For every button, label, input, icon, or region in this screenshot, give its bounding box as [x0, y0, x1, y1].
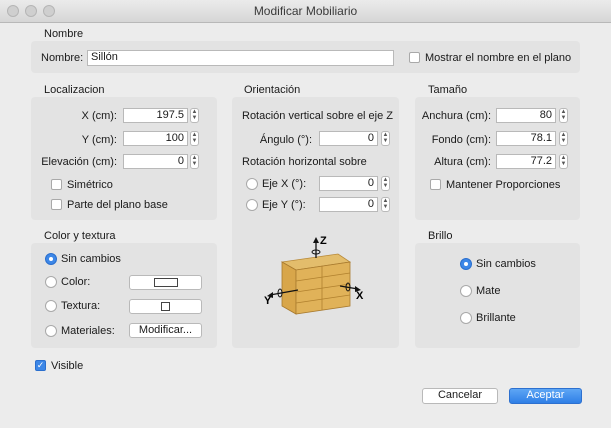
color-label: Color: — [61, 276, 91, 288]
elevation-stepper[interactable]: ▲ ▼ — [190, 154, 199, 169]
size-section-title: Tamaño — [428, 84, 468, 96]
width-input[interactable]: 80 — [496, 108, 556, 123]
furniture-rotation-preview[interactable]: Z X Y — [258, 232, 374, 328]
name-label: Nombre: — [41, 52, 84, 64]
angle-label: Ángulo (°): — [259, 134, 312, 146]
window-title: Modificar Mobiliario — [253, 4, 358, 18]
visible-label: Visible — [51, 360, 84, 372]
color-texture-section-title: Color y textura — [44, 230, 116, 242]
axis-y-label: Eje Y (°): — [262, 199, 306, 211]
height-input[interactable]: 77.2 — [496, 154, 556, 169]
materials-radio[interactable] — [45, 325, 57, 337]
axis-x-radio[interactable] — [246, 178, 258, 190]
y-stepper[interactable]: ▲ ▼ — [190, 131, 199, 146]
texture-label: Textura: — [61, 300, 101, 312]
x-label: X (cm): — [81, 110, 117, 122]
angle-input[interactable]: 0 — [319, 131, 378, 146]
orientation-section-title: Orientación — [244, 84, 301, 96]
axis-y-radio[interactable] — [246, 199, 258, 211]
brightness-section-title: Brillo — [428, 230, 453, 242]
texture-picker-button[interactable] — [129, 299, 202, 314]
modify-materials-button[interactable]: Modificar... — [129, 323, 202, 338]
location-section-title: Localizacion — [44, 84, 105, 96]
axis-y-stepper[interactable]: ▲ ▼ — [381, 197, 390, 212]
color-unchanged-label: Sin cambios — [61, 253, 121, 265]
matte-radio[interactable] — [460, 285, 472, 297]
matte-label: Mate — [476, 285, 501, 297]
horizontal-rotation-label: Rotación horizontal sobre — [242, 156, 367, 168]
depth-stepper[interactable]: ▲ ▼ — [559, 131, 568, 146]
axis-y-input[interactable]: 0 — [319, 197, 378, 212]
cancel-button[interactable]: Cancelar — [422, 388, 498, 404]
height-label: Altura (cm): — [434, 156, 491, 168]
keep-proportions-label: Mantener Proporciones — [446, 179, 561, 191]
glossy-radio[interactable] — [460, 312, 472, 324]
axis-x-label: Eje X (°): — [262, 178, 307, 190]
vertical-rotation-label: Rotación vertical sobre el eje Z — [242, 110, 394, 122]
width-stepper[interactable]: ▲ ▼ — [559, 108, 568, 123]
elevation-label: Elevación (cm): — [41, 156, 117, 168]
mirrored-label: Simétrico — [67, 179, 113, 191]
depth-input[interactable]: 78.1 — [496, 131, 556, 146]
axis-x-input[interactable]: 0 — [319, 176, 378, 191]
z-axis-label: Z — [320, 235, 327, 247]
elevation-input[interactable]: 0 — [123, 154, 188, 169]
depth-label: Fondo (cm): — [431, 134, 491, 146]
y-input[interactable]: 100 — [123, 131, 188, 146]
color-unchanged-radio[interactable] — [45, 253, 57, 265]
keep-proportions-checkbox[interactable] — [430, 179, 441, 190]
angle-stepper[interactable]: ▲ ▼ — [381, 131, 390, 146]
materials-label: Materiales: — [61, 325, 115, 337]
glossy-label: Brillante — [476, 312, 516, 324]
x-axis-label: X — [356, 290, 364, 302]
base-plan-label: Parte del plano base — [67, 199, 168, 211]
texture-radio[interactable] — [45, 300, 57, 312]
name-section-title: Nombre — [44, 28, 84, 40]
visible-checkbox[interactable]: ✓ — [35, 360, 46, 371]
base-plan-checkbox[interactable] — [51, 199, 62, 210]
x-stepper[interactable]: ▲ ▼ — [190, 108, 199, 123]
show-name-in-plan-checkbox[interactable] — [409, 52, 420, 63]
height-stepper[interactable]: ▲ ▼ — [559, 154, 568, 169]
color-swatch-icon — [153, 277, 178, 287]
title-bar: Modificar Mobiliario — [0, 0, 611, 23]
y-axis-label: Y — [264, 295, 272, 307]
texture-swatch-icon — [161, 301, 170, 311]
brightness-unchanged-radio[interactable] — [460, 258, 472, 270]
show-name-in-plan-label: Mostrar el nombre en el plano — [425, 52, 572, 64]
width-label: Anchura (cm): — [421, 110, 491, 122]
accept-button[interactable]: Aceptar — [509, 388, 582, 404]
dialog-window: Modificar Mobiliario Nombre Nombre: Sill… — [0, 0, 611, 428]
axis-x-stepper[interactable]: ▲ ▼ — [381, 176, 390, 191]
color-picker-button[interactable] — [129, 275, 202, 290]
mirrored-checkbox[interactable] — [51, 179, 62, 190]
x-input[interactable]: 197.5 — [123, 108, 188, 123]
y-label: Y (cm): — [81, 134, 117, 146]
name-input[interactable]: Sillón — [87, 50, 394, 66]
color-radio[interactable] — [45, 276, 57, 288]
brightness-unchanged-label: Sin cambios — [476, 258, 536, 270]
